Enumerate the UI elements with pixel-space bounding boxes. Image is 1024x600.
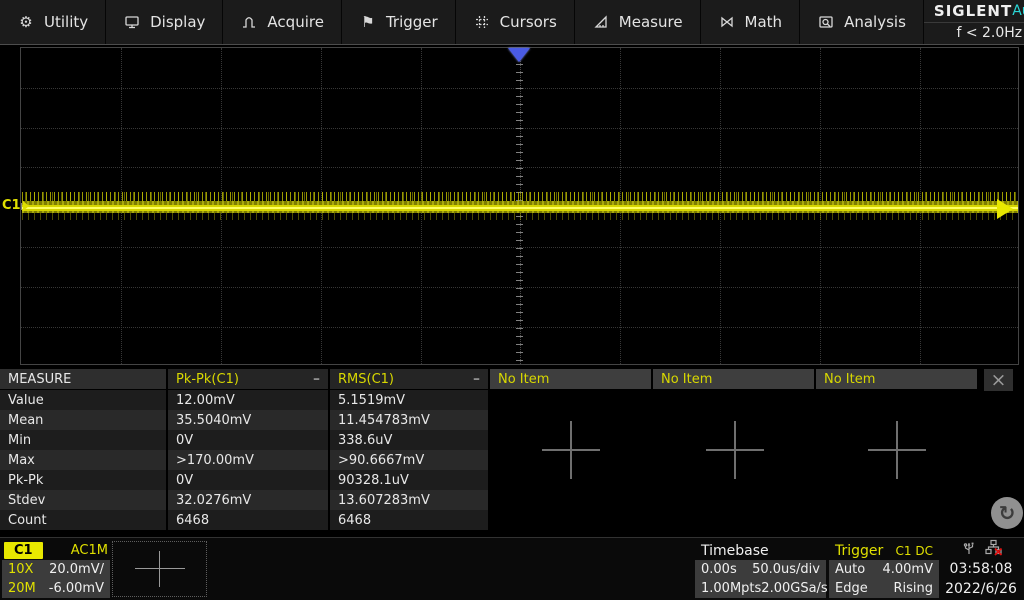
touch-gesture-icon[interactable]: ↻ xyxy=(991,497,1023,529)
flag-icon: ⚑ xyxy=(359,13,377,31)
menu-trigger-label: Trigger xyxy=(386,13,438,31)
channel-probe: 10X xyxy=(8,562,33,577)
gear-icon: ⚙ xyxy=(17,13,35,31)
menu-analysis-label: Analysis xyxy=(844,13,906,31)
trigger-slope: Rising xyxy=(893,581,933,596)
menu-display[interactable]: Display xyxy=(106,0,223,44)
menu-math-label: Math xyxy=(745,13,783,31)
channel-coupling: AC1M xyxy=(71,543,108,558)
menu-utility-label: Utility xyxy=(44,13,88,31)
usb-icon xyxy=(961,539,977,560)
add-measure-icon[interactable] xyxy=(868,421,926,479)
waveform-icon xyxy=(240,13,258,31)
oscilloscope-screen: ⚙ Utility Display Acquire ⚑ Trigger Curs… xyxy=(0,0,1024,600)
remove-measure-icon[interactable]: – xyxy=(473,374,480,384)
table-row: Max >170.00mV >90.6667mV xyxy=(0,450,490,470)
channel-descriptor-box[interactable]: C1 AC1M 10X 20.0mV/ 20M -6.00mV xyxy=(2,541,110,598)
menu-utility[interactable]: ⚙ Utility xyxy=(0,0,106,44)
siglent-logo: SIGLENT xyxy=(934,2,1012,20)
add-measure-icon[interactable] xyxy=(706,421,764,479)
table-row: Stdev 32.0276mV 13.607283mV xyxy=(0,490,490,510)
menu-math[interactable]: Math xyxy=(701,0,801,44)
table-row: Mean 35.5040mV 11.454783mV xyxy=(0,410,490,430)
measure-panel: MEASURE Pk-Pk(C1) – RMS(C1) – No Item No… xyxy=(0,368,1024,532)
channel-marker-arrow-icon xyxy=(23,201,29,211)
menu-measure-label: Measure xyxy=(619,13,683,31)
acquisition-mode-badge: Auto xyxy=(1012,3,1024,19)
add-measure-icon[interactable] xyxy=(542,421,600,479)
timebase-sample-rate: 2.00GSa/s xyxy=(761,581,827,596)
menu-analysis[interactable]: Analysis xyxy=(800,0,924,44)
channel-badge: C1 xyxy=(4,542,43,559)
timebase-descriptor-box[interactable]: Timebase 0.00s 50.0us/div 1.00Mpts 2.00G… xyxy=(695,541,826,598)
trigger-mode: Auto xyxy=(835,562,865,577)
system-info: 03:58:08 2022/6/26 xyxy=(941,539,1021,599)
measure-col-empty-1[interactable]: No Item xyxy=(490,369,651,389)
timebase-title: Timebase xyxy=(701,543,769,559)
lan-disconnected-icon xyxy=(985,539,1002,560)
close-icon[interactable]: × xyxy=(984,369,1013,391)
add-channel-icon xyxy=(135,551,185,587)
channel-scale: 20.0mV/ xyxy=(49,562,104,577)
measure-col-empty-2[interactable]: No Item xyxy=(653,369,814,389)
trigger-title: Trigger xyxy=(835,543,883,559)
trigger-descriptor-box[interactable]: Trigger C1 DC Auto 4.00mV Edge Rising xyxy=(829,541,939,598)
measure-col-empty-3[interactable]: No Item xyxy=(816,369,977,389)
measure-col-pkpk[interactable]: Pk-Pk(C1) – xyxy=(168,369,328,389)
math-bowtie-icon xyxy=(718,13,736,31)
status-bar: C1 AC1M 10X 20.0mV/ 20M -6.00mV Timebase… xyxy=(0,537,1024,600)
ruler-triangle-icon xyxy=(592,13,610,31)
trace-noise-spikes-bottom xyxy=(22,213,1018,220)
trigger-source: C1 DC xyxy=(896,544,933,558)
graticule xyxy=(20,47,1019,365)
crosshair-grid-icon xyxy=(473,13,491,31)
brand-status-box: SIGLENT Auto f < 2.0Hz xyxy=(924,0,1024,44)
channel-bandwidth: 20M xyxy=(8,581,36,596)
clock-time: 03:58:08 xyxy=(941,559,1021,579)
menu-acquire[interactable]: Acquire xyxy=(223,0,342,44)
table-row: Count 6468 6468 xyxy=(0,510,490,530)
trigger-level-arrow xyxy=(997,199,1013,219)
clock-date: 2022/6/26 xyxy=(941,579,1021,599)
menu-trigger[interactable]: ⚑ Trigger xyxy=(342,0,456,44)
menu-display-label: Display xyxy=(150,13,205,31)
table-row: Value 12.00mV 5.1519mV xyxy=(0,390,490,410)
waveform-display[interactable]: C1 xyxy=(0,46,1024,368)
channel-offset: -6.00mV xyxy=(49,581,104,596)
monitor-icon xyxy=(123,13,141,31)
trace-highlight xyxy=(22,207,1018,209)
table-row: Min 0V 338.6uV xyxy=(0,430,490,450)
menu-cursors[interactable]: Cursors xyxy=(456,0,575,44)
folder-magnifier-icon xyxy=(817,13,835,31)
add-channel-box[interactable] xyxy=(112,541,207,597)
menu-acquire-label: Acquire xyxy=(267,13,324,31)
timebase-scale: 50.0us/div xyxy=(752,562,820,577)
measure-col-rms[interactable]: RMS(C1) – xyxy=(330,369,488,389)
trigger-type: Edge xyxy=(835,581,868,596)
trigger-position-marker[interactable] xyxy=(508,48,530,62)
timebase-memory-depth: 1.00Mpts xyxy=(701,581,761,596)
trigger-level: 4.00mV xyxy=(882,562,933,577)
menu-cursors-label: Cursors xyxy=(500,13,557,31)
trigger-frequency: f < 2.0Hz xyxy=(924,22,1024,45)
menu-measure[interactable]: Measure xyxy=(575,0,701,44)
channel-offset-marker[interactable]: C1 xyxy=(2,198,29,213)
remove-measure-icon[interactable]: – xyxy=(313,374,320,384)
timebase-delay: 0.00s xyxy=(701,562,737,577)
measure-title: MEASURE xyxy=(0,369,166,389)
table-row: Pk-Pk 0V 90328.1uV xyxy=(0,470,490,490)
menu-bar: ⚙ Utility Display Acquire ⚑ Trigger Curs… xyxy=(0,0,1024,45)
